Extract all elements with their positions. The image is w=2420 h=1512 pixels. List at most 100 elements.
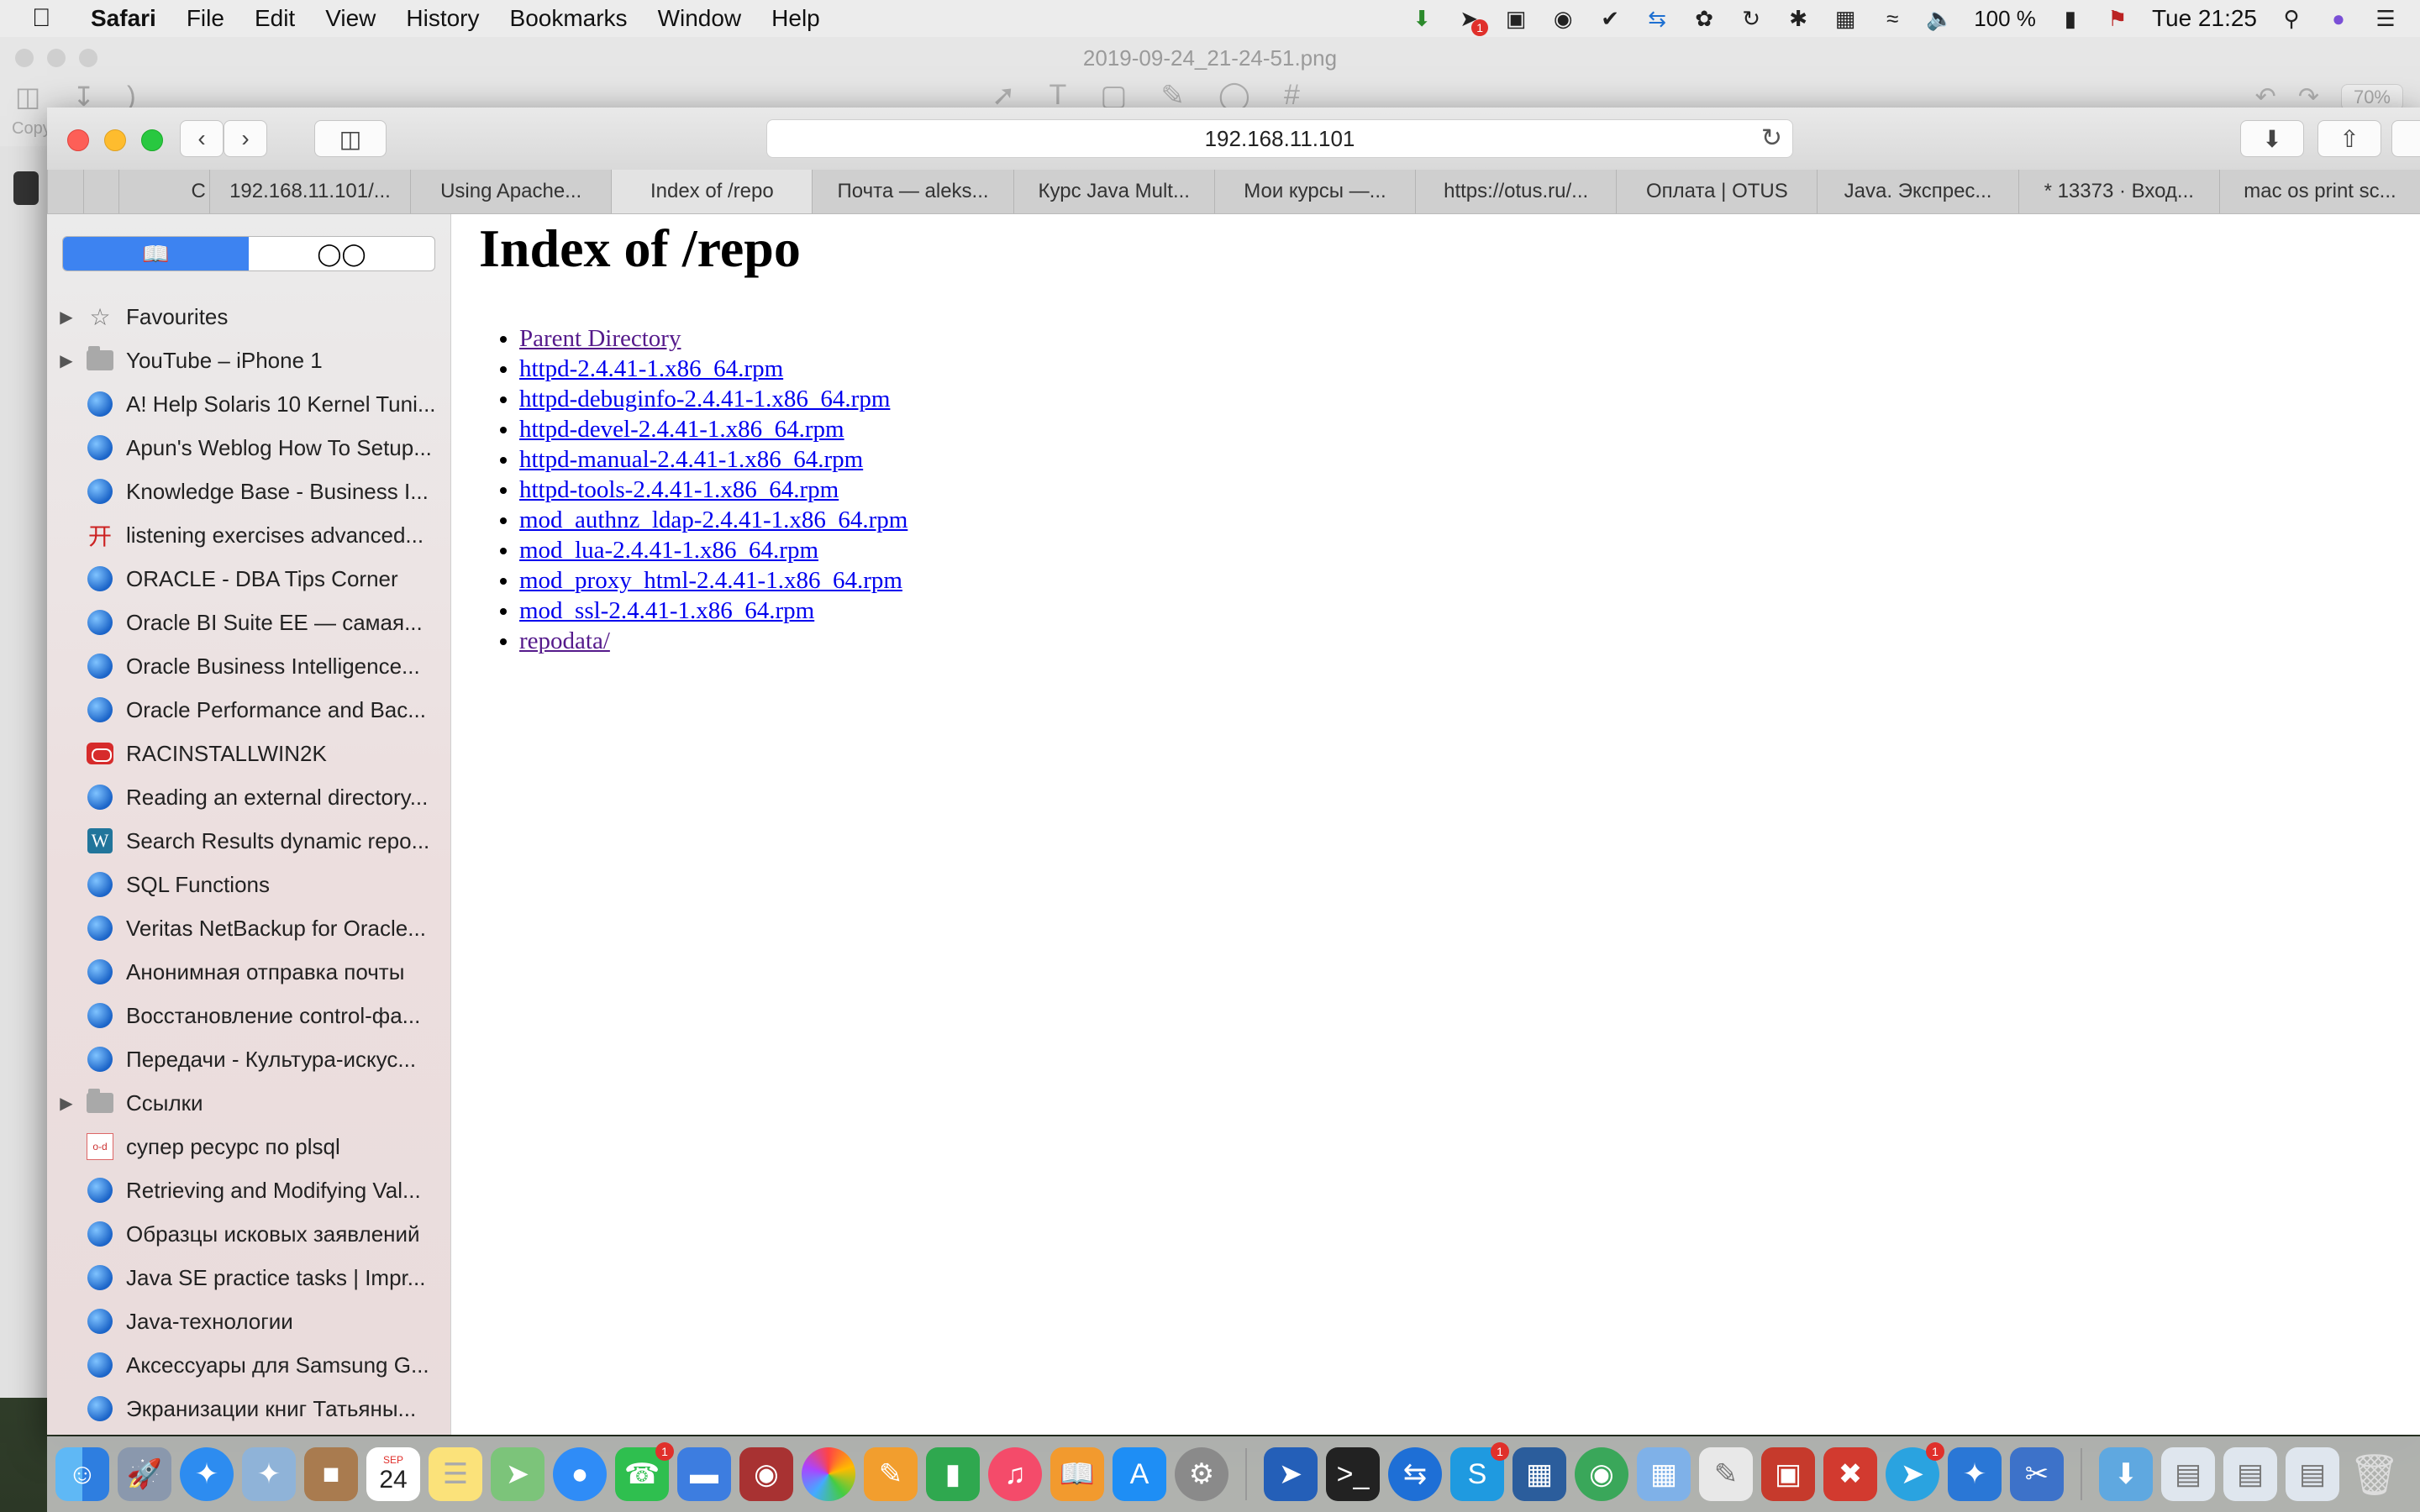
minimize-button[interactable] bbox=[104, 129, 126, 151]
trash-icon[interactable]: 🗑 bbox=[2348, 1447, 2402, 1501]
close-button[interactable] bbox=[67, 129, 89, 151]
tab-0[interactable]: C bbox=[118, 170, 209, 213]
bookmark-item[interactable]: Аксессуары для Samsung G... bbox=[47, 1343, 450, 1387]
bookmark-item[interactable]: ORACLE - DBA Tips Corner bbox=[47, 557, 450, 601]
menu-edit[interactable]: Edit bbox=[255, 5, 295, 32]
battery-icon[interactable]: ▮ bbox=[2058, 6, 2083, 31]
menu-bookmarks[interactable]: Bookmarks bbox=[510, 5, 628, 32]
calendar-icon[interactable]: SEP 24 bbox=[366, 1447, 420, 1501]
tab-10[interactable]: * 13373 · Вход... bbox=[2018, 170, 2219, 213]
app-store-icon[interactable]: A bbox=[1113, 1447, 1166, 1501]
proxy-app-icon[interactable]: ➤ bbox=[1264, 1447, 1318, 1501]
safari-app-icon[interactable]: ✦ bbox=[180, 1447, 234, 1501]
facetime-icon[interactable]: ☎ 1 bbox=[615, 1442, 674, 1501]
bookmark-item[interactable]: o-d супер ресурс по plsql bbox=[47, 1125, 450, 1168]
send-tray-icon[interactable]: ➤ 1 bbox=[1456, 6, 1489, 36]
file-link[interactable]: httpd-devel-2.4.41-1.x86_64.rpm bbox=[519, 416, 844, 443]
bookmark-item[interactable]: Oracle BI Suite EE — самая... bbox=[47, 601, 450, 644]
mail-bird-icon[interactable]: ✦ bbox=[242, 1447, 296, 1501]
bookmark-item[interactable]: 开 listening exercises advanced... bbox=[47, 513, 450, 557]
stack-icon-1[interactable]: ▤ bbox=[2161, 1447, 2215, 1501]
feather-tray-icon[interactable]: ✿ bbox=[1691, 6, 1717, 31]
file-link[interactable]: httpd-2.4.41-1.x86_64.rpm bbox=[519, 355, 783, 382]
bookmark-item[interactable]: ▶ ☆ Favourites bbox=[47, 295, 450, 339]
disclosure-triangle-icon[interactable]: ▶ bbox=[55, 307, 77, 328]
time-machine-icon[interactable]: ↻ bbox=[1739, 6, 1764, 31]
launchpad-icon[interactable]: 🚀 bbox=[118, 1447, 171, 1501]
bookmark-item[interactable]: SQL Functions bbox=[47, 863, 450, 906]
memory-tray-icon[interactable]: ▦ bbox=[1833, 6, 1858, 31]
music-icon[interactable]: ♫ bbox=[988, 1447, 1042, 1501]
photo-booth-icon[interactable]: ◉ bbox=[739, 1447, 793, 1501]
tab-pinned-2[interactable] bbox=[82, 170, 119, 213]
cube-app-icon[interactable]: ▦ bbox=[1637, 1447, 1691, 1501]
tab-9[interactable]: Java. Экспрес... bbox=[1817, 170, 2018, 213]
tab-6[interactable]: Мои курсы —... bbox=[1213, 170, 1415, 213]
pages-icon[interactable]: ✎ bbox=[864, 1447, 918, 1501]
menu-app-name[interactable]: Safari bbox=[91, 5, 156, 32]
file-link[interactable]: repodata/ bbox=[519, 627, 610, 654]
tab-4[interactable]: Почта — aleks... bbox=[812, 170, 1013, 213]
tab-2[interactable]: Using Apache... bbox=[410, 170, 611, 213]
bookmark-item[interactable]: ▶ YouTube – iPhone 1 bbox=[47, 339, 450, 382]
tab-pinned-1[interactable] bbox=[47, 170, 83, 213]
us-flag-icon[interactable]: ⚑ bbox=[2105, 6, 2130, 31]
bookmark-item[interactable]: Oracle Performance and Bac... bbox=[47, 688, 450, 732]
shield-tray-icon[interactable]: ▣ bbox=[1503, 6, 1528, 31]
menu-help[interactable]: Help bbox=[771, 5, 820, 32]
stack-icon-2[interactable]: ▤ bbox=[2223, 1447, 2277, 1501]
numbers-icon[interactable]: ▮ bbox=[926, 1447, 980, 1501]
bookmark-item[interactable]: Восстановление control-фа... bbox=[47, 994, 450, 1037]
bookmark-item[interactable]: Oracle Business Intelligence... bbox=[47, 644, 450, 688]
tab-5[interactable]: Курс Java Mult... bbox=[1013, 170, 1214, 213]
stack-icon-3[interactable]: ▤ bbox=[2286, 1447, 2339, 1501]
check-tray-icon[interactable]: ✔ bbox=[1597, 6, 1623, 31]
bookmark-item[interactable]: Retrieving and Modifying Val... bbox=[47, 1168, 450, 1212]
terminal-icon[interactable]: >_ bbox=[1326, 1447, 1380, 1501]
file-link[interactable]: Parent Directory bbox=[519, 325, 681, 352]
tab-1[interactable]: 192.168.11.101/... bbox=[208, 170, 410, 213]
bookmark-item[interactable]: Java-технологии bbox=[47, 1299, 450, 1343]
firewall-icon[interactable]: ▣ bbox=[1761, 1447, 1815, 1501]
messages-icon[interactable]: ● bbox=[553, 1447, 607, 1501]
disclosure-triangle-icon[interactable]: ▶ bbox=[55, 350, 77, 371]
spotlight-search-icon[interactable]: ⚲ bbox=[2279, 6, 2304, 31]
menu-history[interactable]: History bbox=[406, 5, 479, 32]
tab-8[interactable]: Оплата | OTUS bbox=[1616, 170, 1817, 213]
tab-7[interactable]: https://otus.ru/... bbox=[1415, 170, 1616, 213]
wifi-icon[interactable]: ≈ bbox=[1880, 6, 1905, 31]
bluetooth-icon[interactable]: ✱ bbox=[1786, 6, 1811, 31]
finder-icon[interactable]: ☺ bbox=[55, 1447, 109, 1501]
forward-button[interactable]: › bbox=[224, 120, 267, 157]
disclosure-triangle-icon[interactable]: ▶ bbox=[55, 1093, 77, 1114]
notification-center-icon[interactable]: ☰ bbox=[2373, 6, 2398, 31]
bookmark-item[interactable]: Образцы исковых заявлений bbox=[47, 1212, 450, 1256]
file-link[interactable]: mod_lua-2.4.41-1.x86_64.rpm bbox=[519, 537, 818, 564]
address-bar[interactable]: 192.168.11.101 ↻ bbox=[766, 119, 1793, 158]
screenshot-tool-icon[interactable]: ✂ bbox=[2010, 1447, 2064, 1501]
menu-view[interactable]: View bbox=[325, 5, 376, 32]
bookmark-item[interactable]: Экранизации книг Татьяны... bbox=[47, 1387, 450, 1431]
preview-sidebar-icon[interactable]: ◫ bbox=[15, 81, 40, 113]
teamviewer-icon[interactable]: ⇆ bbox=[1388, 1447, 1442, 1501]
bookmark-item[interactable]: Передачи - Культура-искус... bbox=[47, 1037, 450, 1081]
reading-list-tab-button[interactable]: ◯◯ bbox=[249, 237, 434, 270]
bookmark-item[interactable]: Reading an external directory... bbox=[47, 775, 450, 819]
sidebar-toggle-button[interactable]: ◫ bbox=[314, 120, 387, 157]
notes-icon[interactable]: ☰ bbox=[429, 1447, 482, 1501]
file-link[interactable]: mod_ssl-2.4.41-1.x86_64.rpm bbox=[519, 597, 814, 624]
network-icon[interactable]: ◉ bbox=[1575, 1447, 1628, 1501]
clock[interactable]: Tue 21:25 bbox=[2152, 5, 2257, 32]
textedit-icon[interactable]: ✎ bbox=[1699, 1447, 1753, 1501]
bookmark-item[interactable]: Java SE practice tasks | Impr... bbox=[47, 1256, 450, 1299]
bookmark-item[interactable]: Veritas NetBackup for Oracle... bbox=[47, 906, 450, 950]
file-link[interactable]: mod_proxy_html-2.4.41-1.x86_64.rpm bbox=[519, 567, 902, 594]
downloads-folder-icon[interactable]: ⬇ bbox=[2099, 1447, 2153, 1501]
system-preferences-icon[interactable]: ⚙ bbox=[1175, 1447, 1228, 1501]
tab-3-active[interactable]: Index of /repo bbox=[611, 170, 813, 213]
bookmarks-tab-button[interactable]: 📖 bbox=[63, 237, 249, 270]
keynote-icon[interactable]: ▬ bbox=[677, 1447, 731, 1501]
siri-icon[interactable]: ● bbox=[2326, 6, 2351, 31]
volume-icon[interactable]: 🔈 bbox=[1926, 6, 1953, 31]
download-tray-icon[interactable]: ⬇ bbox=[1409, 6, 1434, 31]
